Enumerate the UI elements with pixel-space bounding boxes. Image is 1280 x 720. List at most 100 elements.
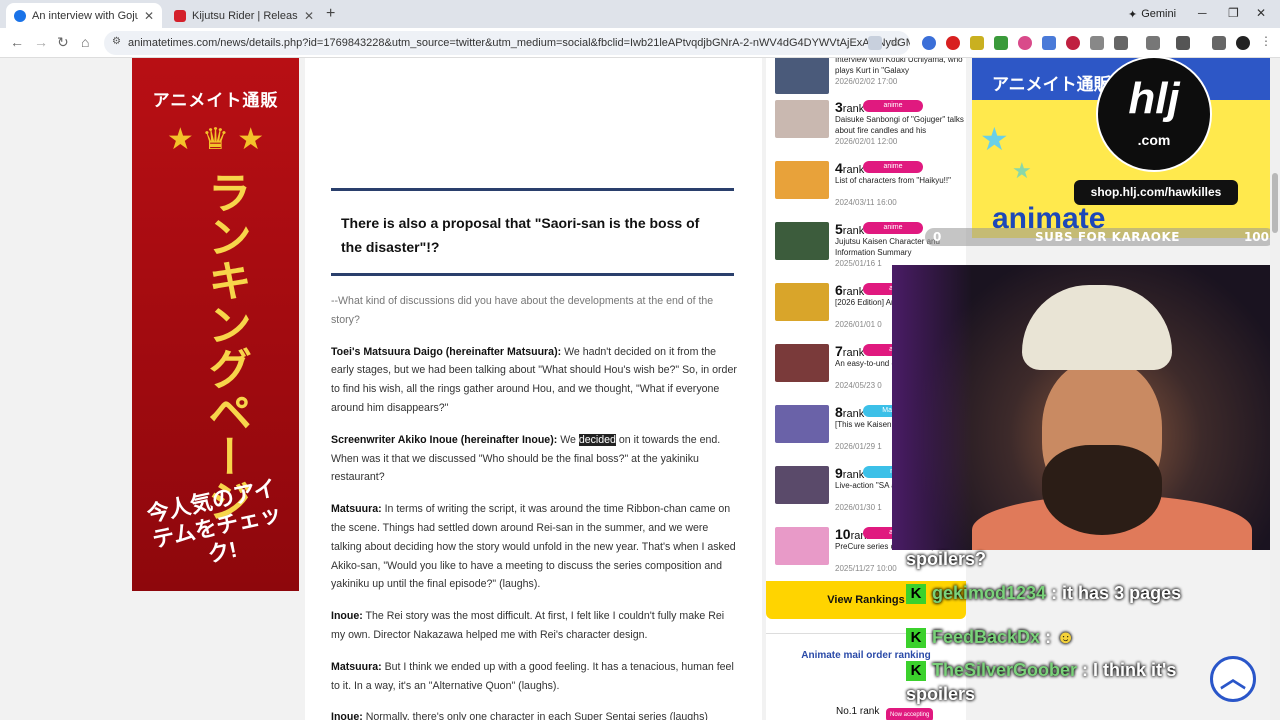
- chat-message: : I think it's: [1077, 660, 1177, 680]
- question-paragraph: --What kind of discussions did you have …: [331, 295, 714, 326]
- ranking-date: 2024/05/23 0: [835, 381, 882, 390]
- rank-number: 8rank: [835, 404, 864, 420]
- youtube-favicon-icon: [174, 9, 186, 22]
- progress-label: SUBS FOR KARAOKE: [1035, 230, 1180, 244]
- ranking-item[interactable]: 3rank anime Daisuke Sanbongi of "Gojuger" …: [775, 98, 965, 156]
- article-thumbnail: [775, 58, 829, 94]
- answer-text: The Rei story was the most difficult. At…: [331, 610, 725, 641]
- rank-number: 6rank: [835, 282, 864, 298]
- tab-gojuger-interview[interactable]: An interview with Gojuger scre ✕: [6, 3, 162, 28]
- no1-rank: No.1 rank: [836, 706, 880, 717]
- extension-icon[interactable]: [922, 36, 936, 50]
- ranking-title: List of characters from "Haikyu!!": [835, 176, 951, 185]
- reading-list-icon[interactable]: [1212, 36, 1226, 50]
- kick-badge-icon: K: [906, 661, 926, 682]
- interview-paragraphs: --What kind of discussions did you have …: [331, 292, 737, 720]
- rank-value: 3: [835, 99, 843, 115]
- back-icon[interactable]: ←: [10, 34, 24, 50]
- article-thumbnail: [775, 527, 829, 565]
- extension-icon[interactable]: [994, 36, 1008, 50]
- streamer-webcam: [892, 265, 1280, 550]
- rank-value: 10: [835, 526, 851, 542]
- site-info-icon[interactable]: ⚙: [112, 36, 121, 47]
- extension-icon[interactable]: [1018, 36, 1032, 50]
- home-icon[interactable]: ⌂: [81, 34, 89, 50]
- ranking-banner-ad[interactable]: アニメイト通販 ★ ♛ ★ ランキングページ 今人気のアイテムをチェック!: [132, 58, 299, 591]
- site-favicon-icon: [14, 9, 26, 22]
- close-tab-icon[interactable]: ✕: [144, 9, 154, 23]
- reload-icon[interactable]: ↻: [57, 34, 69, 51]
- restore-icon[interactable]: ❐: [1228, 6, 1239, 20]
- karaoke-progress-bar: 0 SUBS FOR KARAOKE 100: [925, 228, 1275, 246]
- rank-number: 3rank: [835, 99, 864, 115]
- rank-number: 5rank: [835, 221, 864, 237]
- answer-paragraph: Screenwriter Akiko Inoue (hereinafter In…: [331, 431, 737, 487]
- new-tab-icon[interactable]: +: [326, 5, 335, 23]
- extensions-puzzle-icon[interactable]: [1114, 36, 1128, 50]
- translate-icon[interactable]: [868, 36, 882, 50]
- chat-username: TheSilverGoober: [932, 660, 1078, 680]
- speaker-label: Inoue:: [331, 610, 363, 623]
- profile-avatar[interactable]: [1236, 36, 1250, 50]
- rank-number: 4rank: [835, 160, 864, 176]
- ranking-date: 2025/01/16 1: [835, 259, 882, 268]
- hlj-logo: hlj .com: [1096, 56, 1212, 172]
- close-tab-icon[interactable]: ✕: [304, 9, 314, 23]
- answer-paragraph: Matsuura: In terms of writing the script…: [331, 500, 737, 594]
- extension-icon[interactable]: [970, 36, 984, 50]
- category-badge: anime: [863, 100, 923, 112]
- article-body: There is also a proposal that "Saori-san…: [305, 58, 762, 720]
- scroll-to-top-button[interactable]: ︿: [1210, 656, 1256, 702]
- chat-message: spoilers: [906, 684, 976, 704]
- article-thumbnail: [775, 161, 829, 199]
- rank-number: 9rank: [835, 465, 864, 481]
- category-badge: anime: [863, 161, 923, 173]
- rank-value: 9: [835, 465, 843, 481]
- crown-icon: ★ ♛ ★: [166, 123, 265, 156]
- adblock-extension-icon[interactable]: [946, 36, 960, 50]
- minimize-icon[interactable]: ─: [1198, 6, 1207, 20]
- bookmark-star-icon[interactable]: ☆: [890, 34, 902, 50]
- streamer-cap: [1022, 285, 1172, 370]
- chat-line: K FeedBackDx : ☻: [906, 627, 1075, 649]
- address-bar[interactable]: ⚙ animatetimes.com/news/details.php?id=1…: [104, 31, 910, 55]
- scrollbar-thumb[interactable]: [1272, 173, 1278, 233]
- rank-value: 4: [835, 160, 843, 176]
- chat-message: spoilers?: [906, 549, 987, 569]
- ranking-item[interactable]: 4rank anime List of characters from "Haiky…: [775, 159, 965, 217]
- answer-paragraph: Toei's Matsuura Daigo (hereinafter Matsu…: [331, 343, 737, 418]
- chat-line: K TheSilverGoober : I think it's: [906, 660, 1177, 682]
- star-icon: ★: [980, 121, 1009, 157]
- menu-kebab-icon[interactable]: ⋮: [1260, 34, 1272, 48]
- extension-icon[interactable]: [1066, 36, 1080, 50]
- speaker-label: Toei's Matsuura Daigo (hereinafter Matsu…: [331, 345, 562, 358]
- chat-message: : it has 3 pages: [1046, 583, 1182, 603]
- split-view-icon[interactable]: [1146, 36, 1160, 50]
- webcam-glow: [892, 265, 972, 550]
- ranking-date: 2026/02/01 12:00: [835, 137, 898, 146]
- article-thumbnail: [775, 344, 829, 382]
- page-scrollbar[interactable]: [1270, 58, 1280, 720]
- star-icon: ★: [1012, 158, 1032, 183]
- extension-icon[interactable]: [1090, 36, 1104, 50]
- media-icon[interactable]: [1176, 36, 1190, 50]
- speaker-label: Matsuura:: [331, 503, 382, 516]
- ranking-title: Daisuke Sanbongi of "Gojuger" talks abou…: [835, 115, 964, 135]
- tab-kijutsu-rider[interactable]: Kijutsu Rider | Release Date Tra ✕: [166, 3, 322, 28]
- gemini-sparkle-icon: ✦: [1128, 8, 1138, 21]
- extension-icon[interactable]: [1042, 36, 1056, 50]
- forward-icon[interactable]: →: [34, 34, 48, 50]
- tab-title: Kijutsu Rider | Release Date Tra: [192, 9, 298, 22]
- progress-max: 100: [1243, 230, 1269, 244]
- ranking-date: 2026/01/29 1: [835, 442, 882, 451]
- rank-value: 7: [835, 343, 843, 359]
- chat-line: spoilers: [906, 684, 975, 705]
- ranking-date: 2024/03/11 16:00: [835, 198, 897, 207]
- selected-text[interactable]: decided: [578, 433, 616, 446]
- gemini-label: Gemini: [1141, 8, 1177, 20]
- browser-toolbar: ← → ↻ ⌂ ⚙ animatetimes.com/news/details.…: [0, 28, 1280, 58]
- ad-brand: アニメイト通販: [152, 91, 279, 110]
- answer-text: But I think we ended up with a good feel…: [331, 660, 734, 692]
- close-window-icon[interactable]: ✕: [1256, 6, 1266, 20]
- gemini-button[interactable]: ✦ Gemini: [1120, 4, 1184, 24]
